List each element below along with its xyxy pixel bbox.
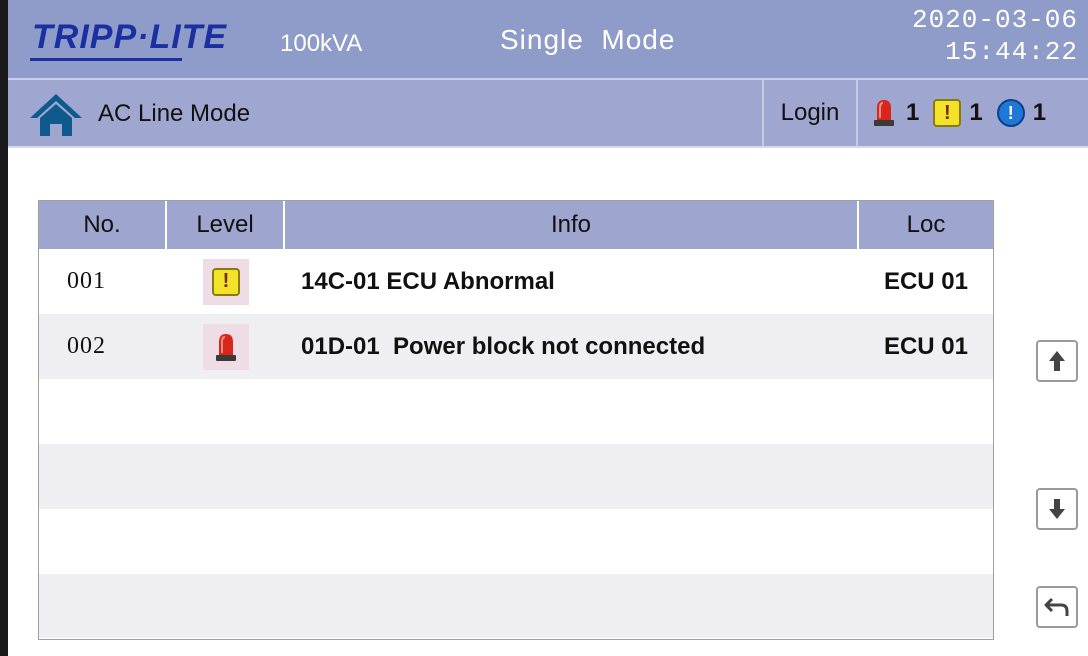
- info-counter[interactable]: ! 1: [996, 98, 1047, 128]
- info-count: 1: [1032, 99, 1047, 126]
- alarm-beacon-icon: [216, 333, 236, 361]
- column-header-level: Level: [167, 201, 285, 249]
- status-bar: AC Line Mode Login 1 ! 1 ! 1: [8, 80, 1088, 148]
- row-location: ECU 01: [883, 267, 969, 295]
- row-info: 01D-01 Power block not connected: [301, 332, 706, 360]
- scroll-down-button[interactable]: [1036, 488, 1078, 530]
- back-button[interactable]: [1036, 586, 1078, 628]
- alarm-beacon-icon: [870, 98, 898, 128]
- table-row-empty: [39, 379, 993, 444]
- event-log-table: No. Level Info Loc 001 ! 14C-01 ECU Abno…: [38, 200, 994, 640]
- arrow-up-icon: [1049, 351, 1065, 371]
- alarm-counters: 1 ! 1 ! 1: [870, 96, 1054, 130]
- login-label: Login: [780, 99, 840, 126]
- warning-count: 1: [969, 99, 983, 126]
- return-icon: [1044, 597, 1069, 616]
- table-header: No. Level Info Loc: [39, 201, 993, 249]
- row-level: [167, 314, 285, 379]
- arrow-down-icon: [1049, 499, 1065, 519]
- top-header: TRIPP·LITE 100kVA Single Mode 2020-03-06…: [8, 0, 1088, 80]
- capacity-label: 100kVA: [280, 30, 363, 57]
- datetime-display: 2020-03-06 15:44:22: [912, 4, 1078, 68]
- tripp-lite-logo: TRIPP·LITE: [32, 18, 228, 56]
- alarm-counter[interactable]: 1: [870, 98, 919, 128]
- info-icon: !: [996, 98, 1025, 128]
- column-header-info: Info: [285, 201, 859, 249]
- table-row-empty: [39, 574, 993, 638]
- row-info: 14C-01 ECU Abnormal: [301, 267, 555, 295]
- scroll-up-button[interactable]: [1036, 340, 1078, 382]
- alarm-count: 1: [906, 99, 920, 126]
- row-location: ECU 01: [883, 332, 969, 360]
- warning-counter[interactable]: ! 1: [933, 98, 983, 128]
- row-level: !: [167, 249, 285, 314]
- ups-status-label: AC Line Mode: [98, 100, 251, 127]
- column-header-loc: Loc: [906, 211, 946, 238]
- warning-icon: !: [212, 267, 240, 296]
- table-row-empty: [39, 509, 993, 574]
- date-label: 2020-03-06: [911, 5, 1078, 35]
- table-row[interactable]: 002 01D-01 Power block not connected ECU…: [39, 314, 993, 379]
- ups-screen: TRIPP·LITE 100kVA Single Mode 2020-03-06…: [8, 0, 1088, 656]
- login-button[interactable]: Login: [762, 80, 858, 146]
- warning-icon: !: [933, 98, 962, 128]
- table-row-empty: [39, 444, 993, 509]
- time-label: 15:44:22: [945, 37, 1078, 67]
- row-number: 002: [67, 333, 106, 359]
- home-icon[interactable]: [28, 92, 84, 138]
- column-header-no: No.: [39, 201, 167, 249]
- logo-underline: [30, 58, 182, 61]
- operating-mode-label: Single Mode: [500, 24, 676, 55]
- table-row[interactable]: 001 ! 14C-01 ECU Abnormal ECU 01: [39, 249, 993, 314]
- row-number: 001: [67, 268, 106, 294]
